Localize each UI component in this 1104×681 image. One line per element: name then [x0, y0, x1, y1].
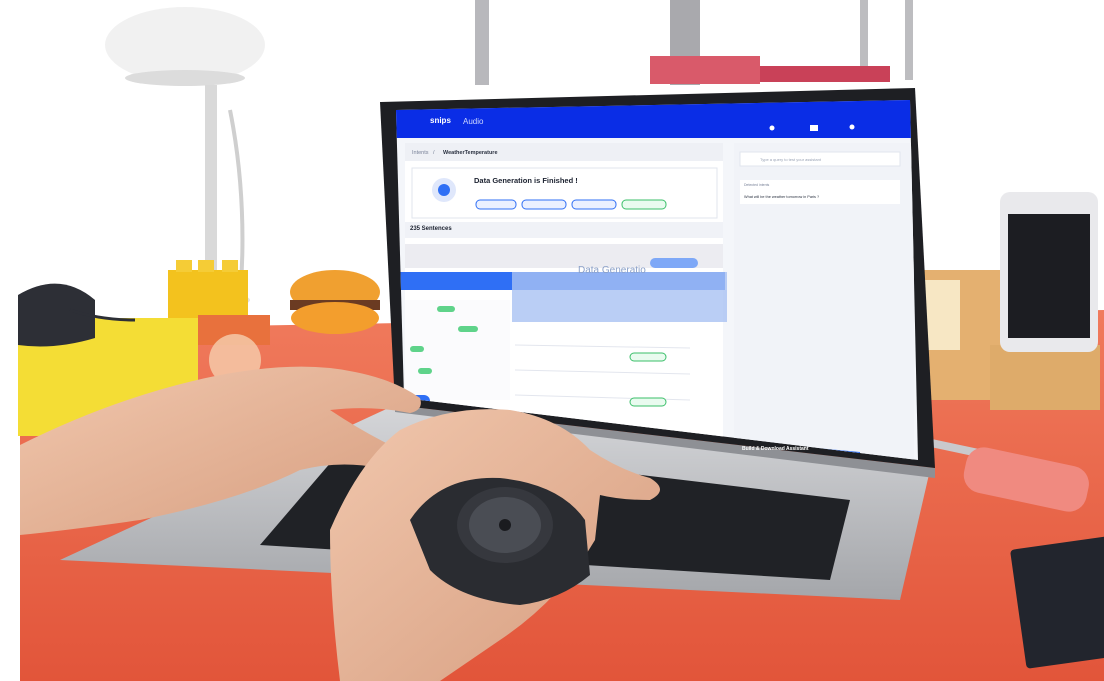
project-menu[interactable]: Audio — [463, 117, 483, 126]
build-download-button[interactable]: Build & Download Assistant — [742, 446, 808, 452]
generation-status-title: Data Generation is Finished ! — [474, 176, 578, 185]
brand-logo: snips — [430, 116, 451, 125]
query-search-input[interactable]: Type a query to test your assistant — [760, 157, 821, 162]
sentences-header: 235 Sentences — [410, 226, 452, 232]
breadcrumb-current: WeatherTemperature — [443, 150, 498, 156]
query-result-header: Detected intents — [744, 183, 770, 187]
breadcrumb-root[interactable]: Intents — [412, 150, 429, 156]
notebook — [1010, 536, 1104, 669]
photo-scene: snips Audio Intents / WeatherTemperature… — [0, 0, 1104, 681]
overlay-watermark-text: Data Generatio — [578, 265, 646, 276]
breadcrumb-separator: / — [433, 150, 435, 156]
scene-illustration — [0, 0, 1104, 681]
yellow-lego-brick — [168, 260, 248, 318]
query-result-text: What will be the weather tomorrow in Par… — [744, 195, 820, 199]
burger-toy — [290, 270, 380, 334]
